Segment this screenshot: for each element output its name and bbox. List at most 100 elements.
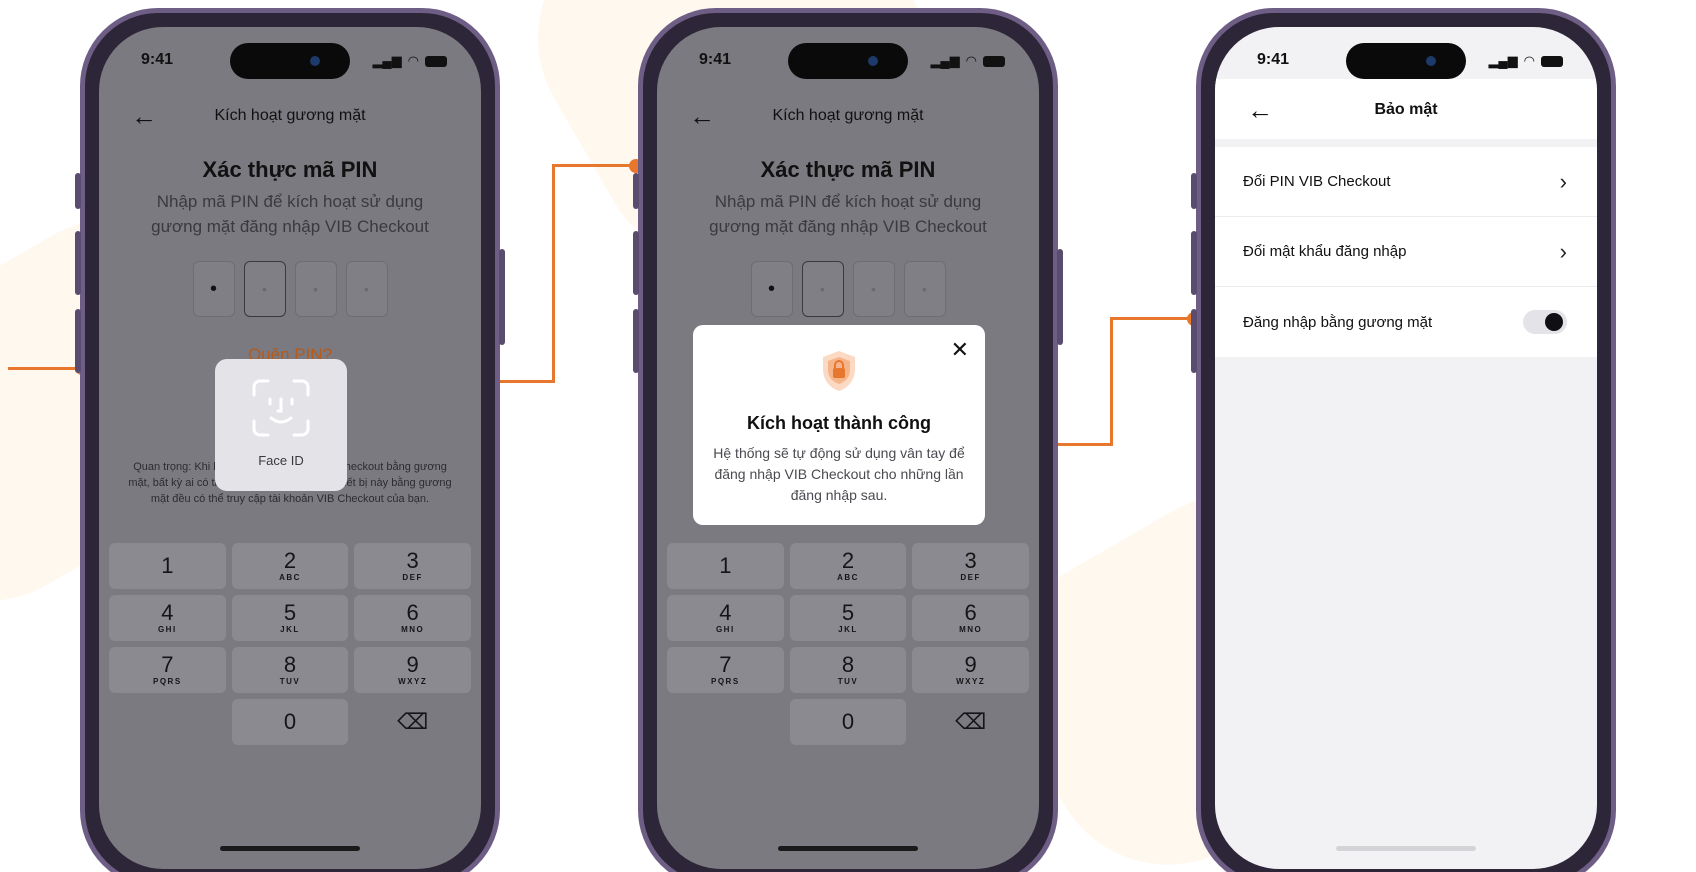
- key-3[interactable]: 3 DEF: [354, 543, 471, 589]
- backspace-key[interactable]: ⌫: [912, 699, 1029, 745]
- connector-line: [1110, 317, 1113, 446]
- side-button: [633, 309, 639, 373]
- pin-digit-box: •: [243, 261, 286, 317]
- pin-digit-box: •: [801, 261, 844, 317]
- side-button: [75, 231, 81, 295]
- key-1[interactable]: 1: [667, 543, 784, 589]
- close-icon[interactable]: ✕: [951, 337, 969, 363]
- pin-screen-success: 9:41 ▂▄▆ ◠ ← Kích hoạt gương mặt Xác thự…: [657, 27, 1039, 869]
- status-icons: ▂▄▆ ◠: [372, 53, 447, 69]
- face-id-icon: [252, 379, 310, 437]
- key-1[interactable]: 1: [109, 543, 226, 589]
- battery-icon: [425, 55, 447, 67]
- nav-title: Bảo mật: [1374, 101, 1438, 118]
- side-button: [499, 249, 505, 345]
- side-button: [75, 173, 81, 209]
- settings-list: Đổi PIN VIB Checkout › Đổi mật khẩu đăng…: [1215, 147, 1597, 357]
- phone-1: 9:41 ▂▄▆ ◠ ← Kích hoạt gương mặt Xác thự…: [75, 8, 505, 872]
- row-label: Đăng nhập bằng gương mặt: [1243, 313, 1433, 331]
- faceid-label: Face ID: [258, 453, 304, 468]
- connector-line: [1110, 317, 1194, 320]
- connector-line: [552, 164, 636, 167]
- key-3[interactable]: 3 DEF: [912, 543, 1029, 589]
- faceid-popup: Face ID: [215, 359, 347, 491]
- top-bar: ← Kích hoạt gương mặt: [657, 93, 1039, 143]
- wifi-icon: ◠: [1523, 53, 1535, 68]
- settings-row-change-pin[interactable]: Đổi PIN VIB Checkout ›: [1215, 147, 1597, 217]
- nav-title: Kích hoạt gương mặt: [214, 107, 366, 124]
- side-button: [633, 231, 639, 295]
- dynamic-island: [230, 43, 350, 79]
- key-0[interactable]: 0: [789, 699, 907, 745]
- home-indicator: [778, 846, 918, 851]
- chevron-right-icon: ›: [1559, 168, 1567, 194]
- settings-row-face-login: Đăng nhập bằng gương mặt: [1215, 287, 1597, 357]
- side-button: [1057, 249, 1063, 345]
- dynamic-island: [1346, 43, 1466, 79]
- signal-icon: ▂▄▆: [930, 53, 960, 68]
- key-5[interactable]: 5 JKL: [789, 595, 907, 641]
- connector-line: [8, 367, 82, 370]
- wifi-icon: ◠: [407, 53, 419, 68]
- key-blank: [667, 699, 784, 745]
- top-bar: ← Kích hoạt gương mặt: [99, 93, 481, 143]
- key-5[interactable]: 5 JKL: [231, 595, 349, 641]
- key-4[interactable]: 4 GHI: [667, 595, 784, 641]
- backspace-key[interactable]: ⌫: [354, 699, 471, 745]
- key-7[interactable]: 7 PQRS: [109, 647, 226, 693]
- keypad: 1 2 ABC 3 DEF 4 GHI 5 JKL 6 MNO 7 PQRS 8 TUV 9W…: [103, 537, 477, 751]
- key-9[interactable]: 9 WXYZ: [354, 647, 471, 693]
- phone-2: 9:41 ▂▄▆ ◠ ← Kích hoạt gương mặt Xác thự…: [633, 8, 1063, 872]
- status-time: 9:41: [1257, 51, 1290, 68]
- pin-digit-box: •: [345, 261, 388, 317]
- pin-subtitle: Nhập mã PIN để kích hoạt sử dụng gương m…: [151, 192, 429, 236]
- pin-digit-box: •: [750, 261, 793, 317]
- pin-digit-box: •: [903, 261, 946, 317]
- key-2[interactable]: 2 ABC: [231, 543, 349, 589]
- modal-title: Kích hoạt thành công: [747, 413, 931, 433]
- side-button: [633, 173, 639, 209]
- toggle-knob: [1545, 313, 1563, 331]
- dynamic-island: [788, 43, 908, 79]
- signal-icon: ▂▄▆: [372, 53, 402, 68]
- pin-digit-box: •: [192, 261, 235, 317]
- chevron-right-icon: ›: [1559, 238, 1567, 264]
- key-4[interactable]: 4 GHI: [109, 595, 226, 641]
- top-bar: ← Bảo mật: [1215, 93, 1597, 143]
- status-time: 9:41: [141, 51, 174, 68]
- row-label: Đổi mật khẩu đăng nhập: [1243, 243, 1407, 260]
- key-9[interactable]: 9 WXYZ: [912, 647, 1029, 693]
- side-button: [1191, 231, 1197, 295]
- key-6[interactable]: 6 MNO: [354, 595, 471, 641]
- pin-input[interactable]: • • • •: [657, 261, 1039, 317]
- pin-title: Xác thực mã PIN: [760, 157, 936, 182]
- battery-icon: [1541, 55, 1563, 67]
- key-7[interactable]: 7 PQRS: [667, 647, 784, 693]
- pin-digit-box: •: [294, 261, 337, 317]
- connector-line: [552, 164, 555, 383]
- pin-subtitle: Nhập mã PIN để kích hoạt sử dụng gương m…: [709, 192, 987, 236]
- key-2[interactable]: 2 ABC: [789, 543, 907, 589]
- phone-3: 9:41 ▂▄▆ ◠ ← Bảo mật Đổi PIN VIB Checkou…: [1191, 8, 1616, 872]
- pin-input[interactable]: • • • •: [99, 261, 481, 317]
- modal-body: Hệ thống sẽ tự động sử dụng vân tay để đ…: [713, 445, 965, 503]
- side-button: [75, 309, 81, 373]
- key-0[interactable]: 0: [231, 699, 349, 745]
- key-6[interactable]: 6 MNO: [912, 595, 1029, 641]
- shield-lock-icon: [823, 351, 855, 391]
- key-8[interactable]: 8 TUV: [789, 647, 907, 693]
- home-indicator: [220, 846, 360, 851]
- status-icons: ▂▄▆ ◠: [930, 53, 1005, 69]
- pin-digit-box: •: [852, 261, 895, 317]
- signal-icon: ▂▄▆: [1488, 53, 1518, 68]
- nav-title: Kích hoạt gương mặt: [772, 107, 924, 124]
- side-button: [1191, 309, 1197, 373]
- settings-row-change-password[interactable]: Đổi mật khẩu đăng nhập ›: [1215, 217, 1597, 287]
- home-indicator: [1336, 846, 1476, 851]
- pin-screen: 9:41 ▂▄▆ ◠ ← Kích hoạt gương mặt Xác thự…: [99, 27, 481, 869]
- key-8[interactable]: 8 TUV: [231, 647, 349, 693]
- face-login-toggle[interactable]: [1523, 310, 1567, 334]
- row-label: Đổi PIN VIB Checkout: [1243, 173, 1391, 190]
- key-blank: [109, 699, 226, 745]
- pin-title: Xác thực mã PIN: [202, 157, 378, 182]
